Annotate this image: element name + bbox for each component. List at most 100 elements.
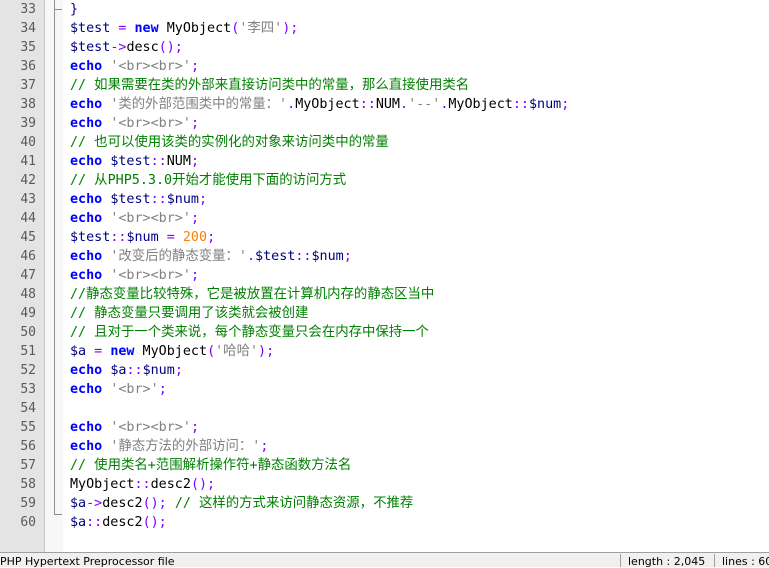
code-line[interactable]: 60 $a::desc2(); <box>0 513 769 532</box>
code-token-op: ; <box>190 154 199 169</box>
code-text: echo '<br><br>'; <box>70 114 199 133</box>
line-number: 59 <box>20 496 36 511</box>
code-token-op: ; <box>561 97 570 112</box>
code-text: echo $a::$num; <box>70 361 183 380</box>
code-line[interactable]: 57 // 使用类名+范围解析操作符+静态函数方法名 <box>0 456 769 475</box>
code-token-keyword: echo <box>70 420 103 435</box>
code-token-op: ; <box>190 211 199 226</box>
code-token-var: $test <box>110 192 151 207</box>
code-token-str: '哈哈' <box>215 344 259 359</box>
code-line[interactable]: 50 // 且对于一个类来说，每个静态变量只会在内存中保持一个 <box>0 323 769 342</box>
code-line[interactable]: 34 $test = new MyObject('李四'); <box>0 19 769 38</box>
status-lines: lines : 60 <box>722 555 769 568</box>
line-number: 48 <box>20 287 36 302</box>
code-token-plain: desc2 <box>102 496 143 511</box>
code-line[interactable]: 48 //静态变量比较特殊，它是被放置在计算机内存的静态区当中 <box>0 285 769 304</box>
line-number: 49 <box>20 306 36 321</box>
code-line[interactable]: 55 echo '<br><br>'; <box>0 418 769 437</box>
code-token-op: (); <box>158 40 183 55</box>
code-token-str: '改变后的静态变量：' <box>110 249 247 264</box>
code-token-var: $test <box>255 249 296 264</box>
code-text: // 也可以使用该类的实例化的对象来访问类中的常量 <box>70 133 389 152</box>
code-token-op: :: <box>359 97 376 112</box>
code-text: echo '<br><br>'; <box>70 266 199 285</box>
code-token-op: :: <box>126 363 143 378</box>
code-line[interactable]: 36 echo '<br><br>'; <box>0 57 769 76</box>
code-text: } <box>70 0 78 19</box>
code-line[interactable]: 54 <box>0 399 769 418</box>
code-token-comment: //静态变量比较特殊，它是被放置在计算机内存的静态区当中 <box>70 287 435 302</box>
code-line[interactable]: 59 $a->desc2(); // 这样的方式来访问静态资源，不推荐 <box>0 494 769 513</box>
line-number: 53 <box>20 382 36 397</box>
code-token-str: '静态方法的外部访问：' <box>110 439 261 454</box>
code-token-plain: desc2 <box>102 515 143 530</box>
code-line[interactable]: 49 // 静态变量只要调用了该类就会被创建 <box>0 304 769 323</box>
code-token-op: ; <box>190 268 199 283</box>
code-token-plain: MyObject <box>295 97 360 112</box>
code-token-var: $test <box>110 154 151 169</box>
line-number: 43 <box>20 192 36 207</box>
code-line[interactable]: 58 MyObject::desc2(); <box>0 475 769 494</box>
code-text: //静态变量比较特殊，它是被放置在计算机内存的静态区当中 <box>70 285 434 304</box>
line-number: 55 <box>20 420 36 435</box>
code-line[interactable]: 37 // 如果需要在类的外部来直接访问类中的常量，那么直接使用类名 <box>0 76 769 95</box>
code-line[interactable]: 43 echo $test::$num; <box>0 190 769 209</box>
code-line[interactable]: 51 $a = new MyObject('哈哈'); <box>0 342 769 361</box>
code-token-keyword: echo <box>70 211 103 226</box>
code-editor[interactable]: 33} 34 $test = new MyObject('李四'); 35 $test-… <box>0 0 769 552</box>
code-token-plain: MyObject <box>158 21 232 36</box>
code-token-op: :: <box>150 154 167 169</box>
code-token-op: :: <box>110 230 127 245</box>
code-token-str: '<br><br>' <box>110 211 191 226</box>
code-text: $a::desc2(); <box>70 513 167 532</box>
code-line[interactable]: 42 // 从PHP5.3.0开始才能使用下面的访问方式 <box>0 171 769 190</box>
code-token-var: $a <box>70 344 87 359</box>
code-line[interactable]: 38 echo '类的外部范围类中的常量：'.MyObject::NUM.'--'… <box>0 95 769 114</box>
code-line[interactable]: 56 echo '静态方法的外部访问：'; <box>0 437 769 456</box>
code-token-num: 200 <box>182 230 208 245</box>
code-line[interactable]: 39 echo '<br><br>'; <box>0 114 769 133</box>
code-line[interactable]: 41 echo $test::NUM; <box>0 152 769 171</box>
code-text: echo '类的外部范围类中的常量：'.MyObject::NUM.'--'.M… <box>70 95 569 114</box>
code-token-comment: // 如果需要在类的外部来直接访问类中的常量，那么直接使用类名 <box>70 78 470 93</box>
code-text: echo '<br><br>'; <box>70 418 199 437</box>
code-token-comment: // 这样的方式来访问静态资源，不推荐 <box>174 496 414 511</box>
line-number: 57 <box>20 458 36 473</box>
code-token-str: '<br><br>' <box>110 420 191 435</box>
code-text: $a = new MyObject('哈哈'); <box>70 342 274 361</box>
code-line[interactable]: 35 $test->desc(); <box>0 38 769 57</box>
code-token-var: $test <box>70 230 111 245</box>
code-token-keyword: echo <box>70 97 103 112</box>
code-text: // 且对于一个类来说，每个静态变量只会在内存中保持一个 <box>70 323 429 342</box>
code-token-str: '类的外部范围类中的常量：' <box>110 97 288 112</box>
code-token-plain: MyObject <box>134 344 208 359</box>
code-line[interactable]: 46 echo '改变后的静态变量：'.$test::$num; <box>0 247 769 266</box>
code-token-keyword: echo <box>70 439 103 454</box>
code-token-comment: // 且对于一个类来说，每个静态变量只会在内存中保持一个 <box>70 325 429 340</box>
line-number: 37 <box>20 78 36 93</box>
code-line[interactable]: 33} <box>0 0 769 19</box>
code-token-comment: // 从PHP5.3.0开始才能使用下面的访问方式 <box>70 173 347 188</box>
code-token-keyword: echo <box>70 363 103 378</box>
code-token-keyword: echo <box>70 154 103 169</box>
code-line[interactable]: 53 echo '<br>'; <box>0 380 769 399</box>
line-number: 58 <box>20 477 36 492</box>
code-line[interactable]: 52 echo $a::$num; <box>0 361 769 380</box>
code-token-keyword: echo <box>70 192 103 207</box>
code-line[interactable]: 40 // 也可以使用该类的实例化的对象来访问类中的常量 <box>0 133 769 152</box>
code-text: echo '<br><br>'; <box>70 57 199 76</box>
code-token-op: ; <box>190 420 199 435</box>
status-separator <box>620 554 621 567</box>
code-line[interactable]: 44 echo '<br><br>'; <box>0 209 769 228</box>
code-token-comment: // 也可以使用该类的实例化的对象来访问类中的常量 <box>70 135 389 150</box>
code-token-fold: } <box>70 2 79 17</box>
code-text: $a->desc2(); // 这样的方式来访问静态资源，不推荐 <box>70 494 413 513</box>
code-line[interactable]: 45 $test::$num = 200; <box>0 228 769 247</box>
code-text: // 从PHP5.3.0开始才能使用下面的访问方式 <box>70 171 346 190</box>
line-number: 35 <box>20 40 36 55</box>
code-token-op: -> <box>110 40 127 55</box>
line-number: 51 <box>20 344 36 359</box>
code-token-op: = <box>158 230 183 245</box>
line-number: 36 <box>20 59 36 74</box>
code-line[interactable]: 47 echo '<br><br>'; <box>0 266 769 285</box>
